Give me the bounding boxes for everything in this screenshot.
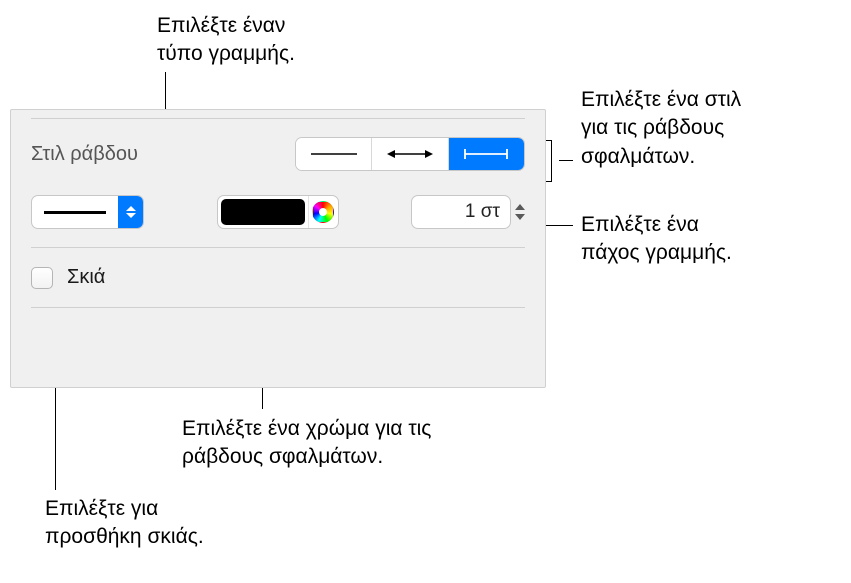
color-picker-button[interactable] [308,196,338,228]
callout-line-width: Επιλέξτε ένα πάχος γραμμής. [581,211,732,268]
line-arrow-icon [385,148,435,160]
divider [31,307,525,308]
shadow-label: Σκιά [67,266,105,289]
line-width-stepper[interactable]: 1 στ [411,195,525,229]
shadow-checkbox[interactable] [31,267,53,289]
bar-style-option-cap[interactable] [449,138,524,170]
line-options-row: 1 στ [31,189,525,247]
callout-line-type: Επιλέξτε έναν τύπο γραμμής. [157,12,295,69]
chevron-updown-icon[interactable] [118,196,143,228]
callout-shadow: Επιλέξτε για προσθήκη σκιάς. [45,495,204,552]
color-wheel-icon [312,201,334,223]
stepper-arrows[interactable] [515,204,525,220]
stepper-down-icon[interactable] [515,214,525,220]
color-well[interactable] [217,195,339,229]
line-width-field[interactable]: 1 στ [411,195,511,229]
line-width-value: 1 στ [465,201,500,223]
color-swatch[interactable] [221,199,305,225]
bar-style-panel: Στιλ ράβδου [10,109,546,388]
line-plain-icon [309,148,359,160]
bar-style-segmented[interactable] [295,137,525,171]
shadow-row: Σκιά [31,248,525,307]
stepper-up-icon[interactable] [515,204,525,210]
bar-style-label: Στιλ ράβδου [31,143,138,166]
callout-bar-style: Επιλέξτε ένα στιλ για τις ράβδους σφαλμά… [581,86,741,171]
callout-bracket-bar-style [551,140,552,182]
line-cap-icon [461,147,511,161]
line-solid-icon [44,211,106,214]
bar-style-option-arrow[interactable] [372,138,448,170]
bar-style-row: Στιλ ράβδου [31,119,525,189]
line-type-preview [32,211,118,214]
line-type-popup[interactable] [31,195,144,229]
callout-color: Επιλέξτε ένα χρώμα για τις ράβδους σφαλμ… [182,415,431,472]
callout-leader-bar-style [559,160,573,161]
bar-style-option-plain[interactable] [296,138,372,170]
